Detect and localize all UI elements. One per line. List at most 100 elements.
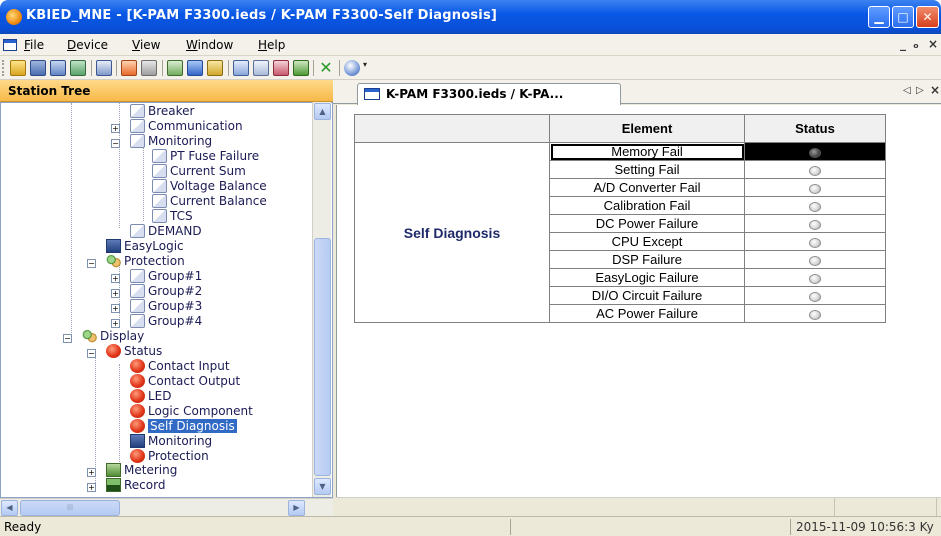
expand-icon[interactable]: + xyxy=(111,319,120,328)
element-cell[interactable]: Setting Fail xyxy=(549,160,745,179)
title-bar[interactable]: KBIED_MNE - [K-PAM F3300.ieds / K-PAM F3… xyxy=(0,0,941,34)
element-cell[interactable]: Calibration Fail xyxy=(549,196,745,215)
document-icon xyxy=(130,314,145,328)
mdi-document-icon[interactable] xyxy=(3,39,17,51)
status-cell[interactable] xyxy=(744,304,886,323)
expand-icon[interactable]: + xyxy=(111,304,120,313)
element-cell[interactable]: EasyLogic Failure xyxy=(549,268,745,287)
menu-help[interactable]: Help xyxy=(258,38,285,52)
document-icon xyxy=(152,179,167,193)
document-icon xyxy=(130,119,145,133)
element-cell[interactable]: Memory Fail xyxy=(549,142,745,161)
save-icon[interactable] xyxy=(30,60,46,76)
element-cell[interactable]: AC Power Failure xyxy=(549,304,745,323)
tree-icon[interactable] xyxy=(96,60,112,76)
unlink-icon[interactable] xyxy=(273,60,289,76)
gears-icon xyxy=(106,254,121,268)
scroll-right-icon[interactable]: ▶ xyxy=(288,500,305,516)
upload-icon[interactable] xyxy=(141,60,157,76)
save-all-icon[interactable] xyxy=(50,60,66,76)
network-icon[interactable] xyxy=(70,60,86,76)
status-cell[interactable] xyxy=(744,250,886,269)
link-icon[interactable] xyxy=(253,60,269,76)
element-cell[interactable]: DI/O Circuit Failure xyxy=(549,286,745,305)
scroll-down-icon[interactable]: ▼ xyxy=(314,478,331,495)
status-led-icon xyxy=(809,255,821,266)
scroll-left-icon[interactable]: ◀ xyxy=(1,500,18,516)
collapse-icon[interactable]: − xyxy=(87,349,96,358)
mdi-close-button[interactable]: × xyxy=(928,37,938,51)
scroll-thumb[interactable] xyxy=(314,238,331,476)
connect-icon[interactable] xyxy=(167,60,183,76)
collapse-icon[interactable]: − xyxy=(87,259,96,268)
status-text: Ready xyxy=(4,520,42,534)
minimize-button[interactable]: ▁ xyxy=(868,6,890,28)
status-cell[interactable] xyxy=(744,196,886,215)
tab-prev-icon[interactable]: ◁ xyxy=(903,85,911,96)
collapse-icon[interactable]: − xyxy=(111,139,120,148)
scroll-thumb[interactable]: ||| xyxy=(20,500,120,516)
status-dot-icon xyxy=(106,344,121,358)
menu-window[interactable]: Window xyxy=(186,38,233,52)
expand-icon[interactable]: + xyxy=(111,289,120,298)
tree-horizontal-scrollbar[interactable]: ◀ ||| ▶ xyxy=(0,498,333,516)
close-button[interactable]: ✕ xyxy=(916,6,939,28)
expand-icon[interactable]: + xyxy=(87,483,96,492)
window-icon[interactable] xyxy=(233,60,249,76)
menu-bar: File Device View Window Help _ ₒ × xyxy=(0,34,941,56)
element-cell[interactable]: CPU Except xyxy=(549,232,745,251)
toolbar: ✕ ▾ xyxy=(0,56,941,80)
app-icon[interactable] xyxy=(6,9,22,25)
mdi-restore-button[interactable]: ₒ xyxy=(913,37,919,51)
document-icon xyxy=(152,209,167,223)
element-cell[interactable]: DSP Failure xyxy=(549,250,745,269)
self-diagnosis-grid: Element Status Self Diagnosis Memory Fai… xyxy=(354,114,886,323)
grid-row[interactable]: Self Diagnosis Memory Fail xyxy=(354,142,886,323)
document-icon xyxy=(130,299,145,313)
toolbar-overflow-icon[interactable]: ▾ xyxy=(363,60,371,76)
menu-device[interactable]: Device xyxy=(67,38,108,52)
menu-file[interactable]: File xyxy=(24,38,44,52)
status-cell[interactable] xyxy=(744,178,886,197)
expand-icon[interactable]: + xyxy=(111,124,120,133)
document-tab-label: K-PAM F3300.ieds / K-PA... xyxy=(386,87,564,101)
status-dot-icon xyxy=(130,449,145,463)
status-cell[interactable] xyxy=(744,268,886,287)
grid-corner-header xyxy=(354,114,550,143)
status-dot-icon xyxy=(130,419,145,433)
menu-view[interactable]: View xyxy=(132,38,160,52)
status-led-icon xyxy=(809,291,821,302)
collapse-icon[interactable]: − xyxy=(63,334,72,343)
delete-icon[interactable]: ✕ xyxy=(318,60,334,76)
help-icon[interactable] xyxy=(344,60,360,76)
toolbar-grip[interactable] xyxy=(2,60,5,76)
monitor-icon xyxy=(130,434,145,448)
grid-icon[interactable] xyxy=(207,60,223,76)
maximize-button[interactable]: □ xyxy=(892,6,914,28)
tree-vertical-scrollbar[interactable]: ▲ ▼ xyxy=(312,102,331,497)
window-title: KBIED_MNE - [K-PAM F3300.ieds / K-PAM F3… xyxy=(26,8,498,23)
tab-next-icon[interactable]: ▷ xyxy=(916,85,924,96)
export-icon[interactable] xyxy=(293,60,309,76)
status-cell[interactable] xyxy=(744,232,886,251)
download-icon[interactable] xyxy=(121,60,137,76)
element-cell[interactable]: A/D Converter Fail xyxy=(549,178,745,197)
status-cell[interactable] xyxy=(744,214,886,233)
open-icon[interactable] xyxy=(10,60,26,76)
status-cell[interactable] xyxy=(744,286,886,305)
status-cell[interactable] xyxy=(744,160,886,179)
element-cell[interactable]: DC Power Failure xyxy=(549,214,745,233)
monitor-icon[interactable] xyxy=(187,60,203,76)
document-horizontal-scrollbar[interactable] xyxy=(336,497,941,516)
document-icon xyxy=(152,194,167,208)
status-datetime: 2015-11-09 10:56:3 Ky xyxy=(796,520,934,534)
status-dot-icon xyxy=(130,374,145,388)
document-icon xyxy=(130,284,145,298)
expand-icon[interactable]: + xyxy=(87,468,96,477)
scroll-up-icon[interactable]: ▲ xyxy=(314,103,331,120)
status-cell[interactable] xyxy=(744,142,886,161)
document-tab[interactable]: K-PAM F3300.ieds / K-PA... xyxy=(357,83,621,105)
expand-icon[interactable]: + xyxy=(111,274,120,283)
tab-close-icon[interactable]: × xyxy=(930,83,940,97)
mdi-minimize-button[interactable]: _ xyxy=(900,37,906,51)
